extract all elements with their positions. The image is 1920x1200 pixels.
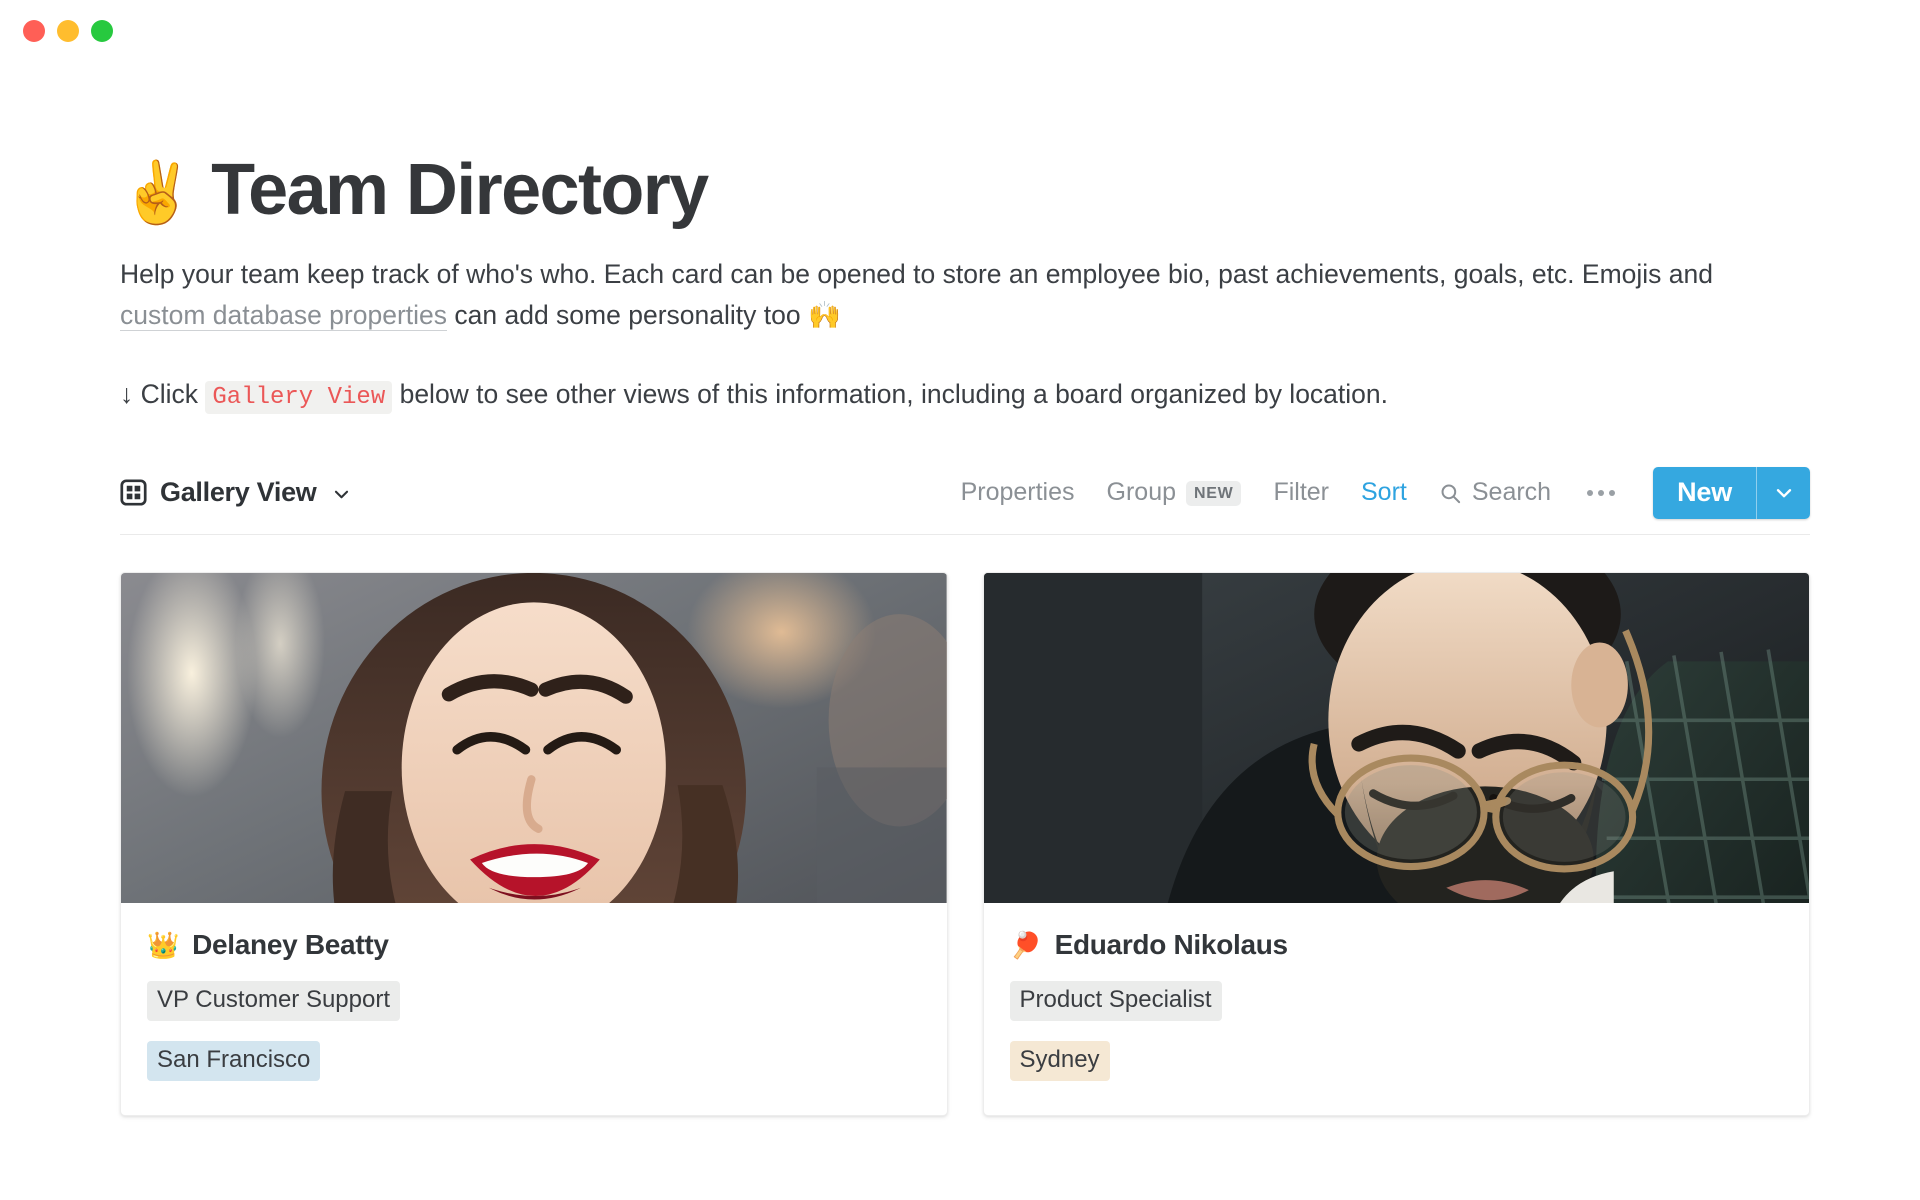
ellipsis-dot bbox=[1598, 489, 1605, 496]
view-tab-label: Gallery View bbox=[160, 477, 317, 508]
custom-database-properties-link[interactable]: custom database properties bbox=[120, 299, 448, 331]
crown-icon: 👑 bbox=[147, 930, 180, 961]
toolbar-search-label: Search bbox=[1471, 478, 1552, 507]
toolbar-filter-button[interactable]: Filter bbox=[1257, 478, 1345, 507]
note-before-text: Click bbox=[133, 378, 206, 409]
ping-pong-icon: 🏓 bbox=[1009, 930, 1042, 961]
description-part-1: Help your team keep track of who's who. … bbox=[120, 259, 1714, 290]
card-role-tag: VP Customer Support bbox=[147, 981, 401, 1022]
view-tab-gallery-view[interactable]: Gallery View bbox=[120, 477, 351, 508]
gallery-card[interactable]: 👑 Delaney Beatty VP Customer Support San… bbox=[120, 572, 948, 1117]
raising-hands-icon: 🙌 bbox=[807, 299, 841, 330]
card-cover-image bbox=[121, 573, 947, 904]
card-title: 👑 Delaney Beatty bbox=[147, 929, 921, 961]
toolbar-sort-button[interactable]: Sort bbox=[1345, 478, 1423, 507]
search-icon bbox=[1439, 482, 1462, 505]
new-button-group: New bbox=[1653, 466, 1810, 519]
card-body: 👑 Delaney Beatty VP Customer Support San… bbox=[121, 903, 947, 1115]
new-badge: NEW bbox=[1186, 481, 1242, 507]
page-content: ✌️ Team Directory Help your team keep tr… bbox=[0, 150, 1920, 1117]
card-location-row: San Francisco bbox=[147, 1021, 921, 1082]
card-name: Delaney Beatty bbox=[192, 929, 389, 961]
page-title-text: Team Directory bbox=[211, 150, 709, 230]
card-role-row: VP Customer Support bbox=[147, 961, 921, 1022]
card-title: 🏓 Eduardo Nikolaus bbox=[1010, 929, 1784, 961]
toolbar-group-button[interactable]: Group NEW bbox=[1091, 478, 1258, 507]
window-titlebar bbox=[0, 0, 1920, 62]
page-description: Help your team keep track of who's who. … bbox=[120, 254, 1800, 335]
close-window-button[interactable] bbox=[23, 20, 45, 42]
toolbar-search-button[interactable]: Search bbox=[1423, 478, 1567, 507]
page-title: ✌️ Team Directory bbox=[120, 150, 1810, 230]
note-after-text: below to see other views of this informa… bbox=[392, 378, 1389, 409]
new-button-dropdown[interactable] bbox=[1756, 466, 1810, 519]
minimize-window-button[interactable] bbox=[57, 20, 79, 42]
ellipsis-dot bbox=[1609, 489, 1616, 496]
gallery-card[interactable]: 🏓 Eduardo Nikolaus Product Specialist Sy… bbox=[982, 572, 1810, 1117]
card-cover-image bbox=[983, 573, 1809, 904]
database-toolbar: Gallery View Properties Group NEW Filter… bbox=[120, 466, 1810, 520]
toolbar-overflow-menu-button[interactable] bbox=[1567, 489, 1635, 496]
description-part-2: can add some personality too bbox=[447, 299, 808, 330]
ellipsis-dot bbox=[1587, 489, 1594, 496]
victory-hand-icon: ✌️ bbox=[120, 159, 195, 227]
gallery-grid: 👑 Delaney Beatty VP Customer Support San… bbox=[120, 572, 1810, 1117]
card-body: 🏓 Eduardo Nikolaus Product Specialist Sy… bbox=[984, 903, 1810, 1115]
card-location-row: Sydney bbox=[1009, 1021, 1784, 1082]
gallery-view-code-chip: Gallery View bbox=[205, 380, 393, 414]
grid-icon bbox=[120, 479, 147, 506]
new-button[interactable]: New bbox=[1653, 466, 1756, 519]
card-location-tag: San Francisco bbox=[147, 1041, 321, 1082]
toolbar-actions: Properties Group NEW Filter Sort Search … bbox=[945, 466, 1810, 519]
maximize-window-button[interactable] bbox=[91, 20, 113, 42]
card-location-tag: Sydney bbox=[1009, 1041, 1110, 1082]
toolbar-sort-label: Sort bbox=[1361, 478, 1407, 507]
toolbar-divider bbox=[120, 533, 1810, 536]
card-role-row: Product Specialist bbox=[1009, 961, 1784, 1022]
toolbar-properties-label: Properties bbox=[960, 478, 1075, 507]
toolbar-filter-label: Filter bbox=[1273, 478, 1329, 507]
toolbar-group-label: Group bbox=[1106, 478, 1176, 507]
card-name: Eduardo Nikolaus bbox=[1054, 929, 1289, 961]
chevron-down-icon[interactable] bbox=[332, 485, 351, 504]
toolbar-properties-button[interactable]: Properties bbox=[945, 478, 1091, 507]
card-role-tag: Product Specialist bbox=[1009, 981, 1222, 1022]
page-note: ↓ Click Gallery View below to see other … bbox=[120, 375, 1810, 416]
new-button-label: New bbox=[1677, 477, 1732, 508]
down-arrow-icon: ↓ bbox=[120, 378, 134, 409]
